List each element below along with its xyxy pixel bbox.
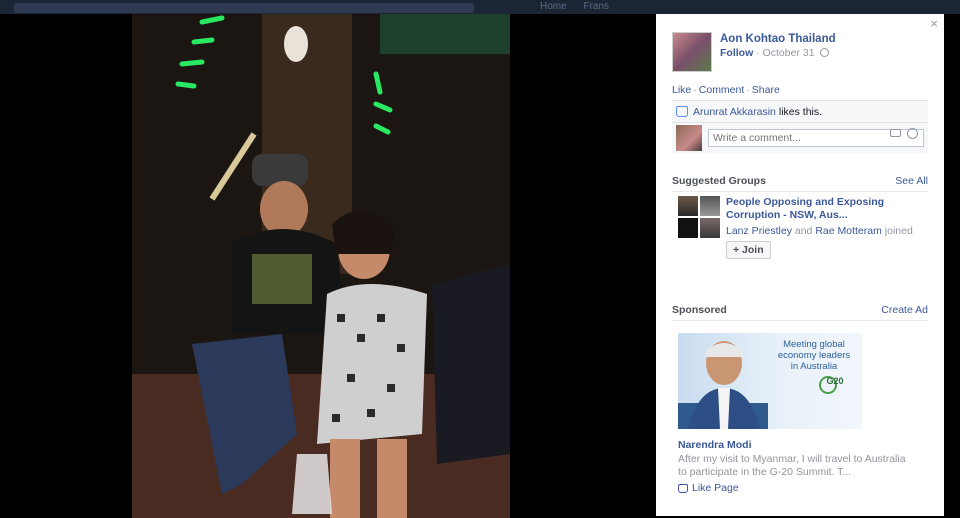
share-link[interactable]: Share: [752, 84, 780, 96]
see-all-link[interactable]: See All: [895, 175, 928, 187]
ad-body[interactable]: After my visit to Myanmar, I will travel…: [678, 453, 914, 479]
facebook-topbar: Home Frans: [0, 0, 960, 14]
group-name[interactable]: People Opposing and Exposing Corruption …: [726, 196, 926, 222]
ad-headline: Meeting global economy leaders in Austra…: [777, 339, 851, 372]
post-date[interactable]: October 31: [763, 47, 815, 59]
topbar-nav: Home Frans: [540, 1, 623, 12]
page-avatar[interactable]: [672, 32, 712, 72]
photo-illustration: [132, 14, 510, 518]
close-icon[interactable]: ×: [930, 16, 938, 31]
likes-sentence: Arunrat Akkarasin likes this.: [672, 101, 928, 123]
nav-home[interactable]: Home: [540, 1, 567, 12]
nav-friends[interactable]: Frans: [583, 1, 609, 12]
group-thumbnails[interactable]: [678, 196, 720, 238]
post-actions: Like · Comment · Share: [672, 84, 780, 96]
emoji-icon[interactable]: [907, 128, 918, 139]
ad-title[interactable]: Narendra Modi: [678, 439, 752, 451]
post-author: Aon Kohtao Thailand Follow · October 31: [672, 32, 836, 72]
globe-icon: [820, 48, 830, 57]
member-link-2[interactable]: Rae Motteram: [815, 225, 882, 237]
suggested-groups-title: Suggested Groups: [672, 175, 766, 187]
suggested-groups-header: Suggested Groups See All: [672, 175, 928, 192]
sponsored-header: Sponsored Create Ad: [672, 304, 928, 321]
ad-image[interactable]: Meeting global economy leaders in Austra…: [678, 333, 862, 429]
feedback-box: Arunrat Akkarasin likes this.: [672, 100, 928, 153]
post-side-panel: × Aon Kohtao Thailand Follow · October 3…: [656, 14, 944, 516]
page-name[interactable]: Aon Kohtao Thailand: [720, 33, 836, 45]
create-ad-link[interactable]: Create Ad: [881, 304, 928, 316]
like-page-link[interactable]: Like Page: [678, 482, 739, 494]
camera-icon[interactable]: [890, 129, 901, 137]
group-members: Lanz Priestley and Rae Motteram joined: [726, 225, 913, 237]
thumbs-up-icon: [678, 483, 688, 493]
post-photo[interactable]: [132, 14, 510, 518]
likes-suffix: likes this.: [778, 105, 823, 118]
follow-link[interactable]: Follow: [720, 47, 753, 59]
like-page-label[interactable]: Like Page: [692, 482, 739, 494]
search-bar[interactable]: [14, 3, 474, 13]
post-meta: Follow · October 31: [720, 47, 836, 59]
join-group-button[interactable]: + Join: [726, 241, 771, 259]
member-link-1[interactable]: Lanz Priestley: [726, 225, 792, 237]
thumbs-up-icon: [676, 106, 688, 117]
comment-composer: [672, 123, 928, 153]
photo-stage: [0, 14, 656, 518]
g20-logo: G20: [826, 376, 844, 386]
like-link[interactable]: Like: [672, 84, 691, 96]
comment-link[interactable]: Comment: [699, 84, 745, 96]
liker-name[interactable]: Arunrat Akkarasin: [693, 106, 776, 118]
viewer-avatar: [676, 125, 702, 151]
sponsored-title: Sponsored: [672, 304, 727, 316]
suggested-group: People Opposing and Exposing Corruption …: [678, 196, 926, 259]
